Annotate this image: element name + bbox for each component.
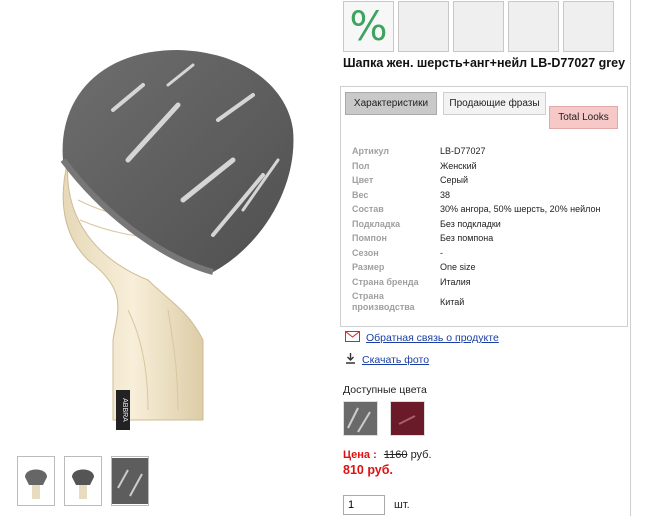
download-icon (345, 352, 356, 367)
badge-slot-3 (453, 1, 504, 52)
spec-label: Цвет (352, 175, 374, 185)
thumbnail-3[interactable] (111, 456, 149, 506)
spec-value: One size (440, 262, 476, 272)
spec-value: Без подкладки (440, 218, 501, 229)
specs-table: Артикул LB-D77027 Пол Женский Цвет Серый… (352, 146, 622, 317)
spec-row-pompom: Помпон Без помпона (352, 233, 622, 244)
color-option-burgundy[interactable] (390, 401, 425, 436)
spec-label: Пол (352, 160, 370, 171)
spec-row-article: Артикул LB-D77027 (352, 146, 622, 157)
quantity-unit: шт. (394, 499, 410, 511)
specs-panel: Характеристики Продающие фразы Total Loo… (340, 86, 628, 327)
spec-label: Подкладка (352, 218, 401, 229)
spec-label: Страна бренда (352, 276, 419, 287)
spec-value: 30% ангора, 50% шерсть, 20% нейлон (440, 204, 601, 214)
spec-row-brand-country: Страна бренда Италия (352, 277, 622, 288)
old-price: 1160 (383, 449, 408, 461)
feedback-link[interactable]: Обратная связь о продукте (366, 332, 499, 344)
spec-row-color: Цвет Серый (352, 175, 622, 186)
quantity-input[interactable] (343, 495, 385, 515)
spec-label: Сезон (352, 247, 379, 258)
spec-value: LB-D77027 (440, 146, 486, 156)
tab-selling-phrases[interactable]: Продающие фразы (443, 92, 546, 115)
spec-row-composition: Состав 30% ангора, 50% шерсть, 20% нейло… (352, 204, 622, 215)
spec-label: Состав (352, 204, 384, 214)
spec-value: Женский (440, 160, 477, 171)
spec-row-size: Размер One size (352, 262, 622, 273)
spec-value: Серый (440, 175, 469, 185)
page-divider (630, 0, 631, 516)
spec-label: Вес (352, 189, 369, 200)
price-label: Цена : (343, 449, 377, 461)
spec-row-gender: Пол Женский (352, 161, 622, 172)
thumbnail-strip (17, 456, 149, 506)
spec-value: 38 (440, 189, 451, 200)
tab-total-looks[interactable]: Total Looks (549, 106, 618, 129)
product-main-image: ABBRA (18, 10, 328, 450)
spec-label: Помпон (352, 233, 387, 243)
available-colors-label: Доступные цвета (343, 384, 427, 396)
spec-value: Без помпона (440, 233, 494, 243)
discount-badge: % (343, 1, 394, 52)
tab-characteristics[interactable]: Характеристики (345, 92, 437, 115)
color-option-grey[interactable] (343, 401, 378, 436)
badge-slot-4 (508, 1, 559, 52)
color-options (343, 401, 425, 436)
feedback-link-row[interactable]: Обратная связь о продукте (345, 331, 499, 345)
envelope-icon (345, 331, 360, 345)
spec-row-weight: Вес 38 (352, 190, 622, 201)
brand-mark: ABBRA (121, 398, 128, 422)
spec-value: Италия (440, 276, 471, 287)
spec-label: Страна производства (352, 291, 415, 312)
spec-label: Размер (352, 262, 385, 272)
badge-slot-5 (563, 1, 614, 52)
badge-row: % (343, 1, 614, 52)
badge-slot-2 (398, 1, 449, 52)
spec-value: - (440, 247, 443, 258)
spec-row-origin-country: Страна производства Китай (352, 291, 622, 313)
quantity-row: шт. (343, 495, 410, 515)
download-photo-row[interactable]: Скачать фото (345, 352, 429, 367)
thumbnail-2[interactable] (64, 456, 102, 506)
new-price: 810 руб. (343, 463, 393, 477)
price-line: Цена : 1160 руб. (343, 449, 432, 461)
old-price-currency: руб. (410, 449, 432, 461)
spec-row-lining: Подкладка Без подкладки (352, 219, 622, 230)
spec-label: Артикул (352, 146, 389, 156)
thumbnail-1[interactable] (17, 456, 55, 506)
download-photo-link[interactable]: Скачать фото (362, 354, 429, 366)
spec-value: Китай (440, 296, 465, 307)
product-title: Шапка жен. шерсть+анг+нейл LB-D77027 gre… (343, 56, 626, 70)
spec-row-season: Сезон - (352, 248, 622, 259)
